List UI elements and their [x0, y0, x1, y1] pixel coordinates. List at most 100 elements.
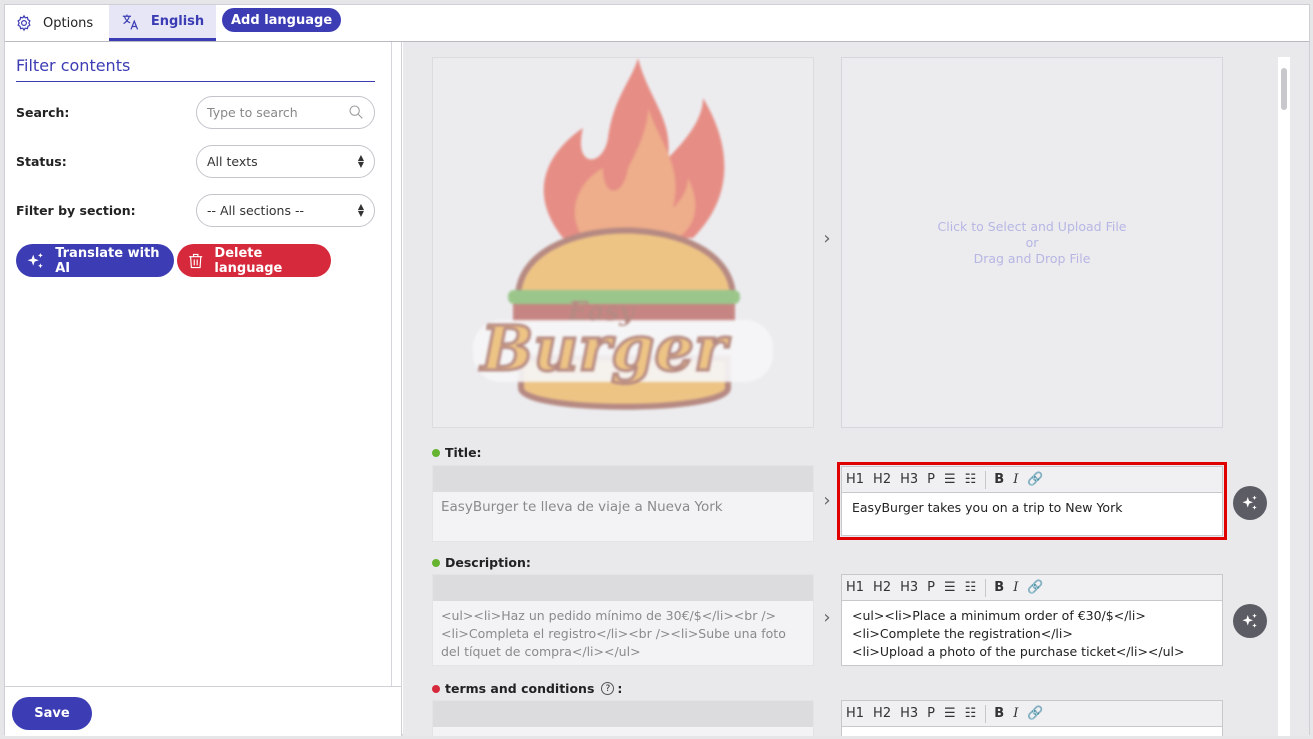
help-icon[interactable]: ? [601, 682, 615, 695]
h2-button[interactable]: H2 [873, 580, 891, 595]
h2-button[interactable]: H2 [873, 706, 891, 721]
source-header [433, 466, 813, 492]
bold-button[interactable]: B [994, 580, 1004, 595]
title-editor[interactable]: H1 H2 H3 P ☰ ☷ B I 🔗 EasyBurger takes yo… [837, 462, 1227, 540]
search-input[interactable]: Type to search [196, 95, 375, 129]
title-translation-text[interactable]: EasyBurger takes you on a trip to New Yo… [842, 493, 1222, 523]
main-scrollbar[interactable] [1278, 57, 1290, 736]
paragraph-button[interactable]: P [927, 472, 935, 487]
terms-field-label: terms and conditions ? : [432, 681, 622, 696]
italic-button[interactable]: I [1013, 706, 1018, 721]
tab-english-label: English [150, 14, 205, 29]
bold-button[interactable]: B [994, 706, 1004, 721]
link-icon[interactable]: 🔗 [1027, 472, 1043, 487]
status-dot [432, 558, 440, 567]
sidebar-footer: Save [5, 686, 401, 736]
image-preview: Easy Burger [432, 57, 814, 428]
translation-line: <li>Complete the registration</li> [852, 626, 1073, 641]
h2-button[interactable]: H2 [873, 472, 891, 487]
section-row: Filter by section: -- All sections -- ▲ ▼ [16, 193, 375, 227]
terms-label-text: terms and conditions [445, 681, 595, 696]
status-select[interactable]: All texts ▲ ▼ [196, 144, 375, 178]
search-icon [349, 105, 363, 119]
italic-button[interactable]: I [1013, 580, 1018, 595]
h1-button[interactable]: H1 [846, 472, 864, 487]
source-header [433, 575, 813, 601]
paragraph-button[interactable]: P [927, 580, 935, 595]
upload-dropzone[interactable]: Click to Select and Upload File or Drag … [841, 57, 1223, 428]
section-label: Filter by section: [16, 202, 136, 218]
copy-title-chevron-icon[interactable]: › [819, 490, 835, 511]
bullet-list-icon[interactable]: ☰ [944, 580, 956, 595]
upload-text-line1: Click to Select and Upload File [937, 218, 1127, 234]
copy-image-chevron-icon[interactable]: › [819, 228, 835, 249]
editor-toolbar: H1 H2 H3 P ☰ ☷ B I 🔗 [842, 467, 1222, 493]
h3-button[interactable]: H3 [900, 706, 918, 721]
section-value: -- All sections -- [207, 202, 304, 218]
search-label: Search: [16, 104, 70, 120]
h1-button[interactable]: H1 [846, 706, 864, 721]
sparkles-icon [27, 252, 43, 268]
source-line: <ul><li>Haz un pedido mínimo de 30€/$</l… [441, 608, 777, 623]
title-label-text: Title: [445, 445, 482, 460]
translation-line: <ul><li>Place a minimum order of €30/$</… [852, 608, 1146, 623]
description-source-text: <ul><li>Haz un pedido mínimo de 30€/$</l… [433, 601, 813, 667]
copy-description-chevron-icon[interactable]: › [819, 607, 835, 628]
bullet-list-icon[interactable]: ☰ [944, 472, 956, 487]
description-source: <ul><li>Haz un pedido mínimo de 30€/$</l… [432, 574, 814, 666]
paragraph-button[interactable]: P [927, 706, 935, 721]
select-arrows-icon: ▲ ▼ [357, 202, 364, 218]
main-content: Easy Burger › Click to Select and Upload… [403, 42, 1309, 736]
tab-options[interactable]: Options [15, 5, 93, 41]
ai-translate-description-button[interactable] [1233, 604, 1267, 638]
main-scrollbar-thumb[interactable] [1281, 68, 1287, 110]
add-language-button[interactable]: Add language [222, 8, 342, 32]
editor-toolbar: H1 H2 H3 P ☰ ☷ B I 🔗 [842, 701, 1222, 727]
trash-icon [189, 253, 203, 268]
editor-toolbar: H1 H2 H3 P ☰ ☷ B I 🔗 [842, 575, 1222, 601]
link-icon[interactable]: 🔗 [1027, 580, 1043, 595]
numbered-list-icon[interactable]: ☷ [965, 580, 977, 595]
tab-english[interactable]: English [109, 5, 216, 41]
description-editor[interactable]: H1 H2 H3 P ☰ ☷ B I 🔗 <ul><li>Place a min… [841, 574, 1223, 666]
status-row: Status: All texts ▲ ▼ [16, 144, 375, 178]
bullet-list-icon[interactable]: ☰ [944, 706, 956, 721]
translate-ai-button[interactable]: Translate with AI [16, 244, 174, 277]
h3-button[interactable]: H3 [900, 472, 918, 487]
description-translation-text[interactable]: <ul><li>Place a minimum order of €30/$</… [842, 601, 1222, 667]
status-value: All texts [207, 153, 258, 169]
description-label-text: Description: [445, 555, 531, 570]
title-field-label: Title: [432, 445, 482, 460]
easy-burger-logo: Easy Burger [473, 58, 773, 410]
link-icon[interactable]: 🔗 [1027, 706, 1043, 721]
h1-button[interactable]: H1 [846, 580, 864, 595]
terms-editor[interactable]: H1 H2 H3 P ☰ ☷ B I 🔗 [841, 700, 1223, 736]
upload-text-line3: Drag and Drop File [973, 250, 1091, 266]
status-dot [432, 448, 440, 457]
select-arrows-icon: ▲ ▼ [357, 153, 364, 169]
numbered-list-icon[interactable]: ☷ [965, 472, 977, 487]
delete-language-button[interactable]: Delete language [177, 244, 331, 277]
section-select[interactable]: -- All sections -- ▲ ▼ [196, 193, 375, 227]
tab-options-label: Options [43, 15, 94, 31]
bold-button[interactable]: B [994, 472, 1004, 487]
source-header [433, 701, 813, 727]
italic-button[interactable]: I [1013, 472, 1018, 487]
filter-sidebar: Filter contents Search: Type to search S… [5, 42, 402, 736]
search-placeholder: Type to search [207, 104, 298, 120]
toolbar-divider [985, 470, 987, 489]
save-button[interactable]: Save [12, 697, 92, 730]
numbered-list-icon[interactable]: ☷ [965, 706, 977, 721]
upload-text-line2: or [1025, 234, 1039, 250]
status-dot [432, 684, 440, 693]
logo-text-burger: Burger [479, 312, 731, 385]
title-source-text: EasyBurger te lleva de viaje a Nueva Yor… [441, 499, 723, 515]
toolbar-divider [985, 704, 987, 723]
h3-button[interactable]: H3 [900, 580, 918, 595]
ai-translate-title-button[interactable] [1233, 486, 1267, 520]
sidebar-scrollbar[interactable] [391, 42, 392, 686]
source-line: <li>Completa el registro</li><br /><li>S… [441, 626, 786, 641]
toolbar-divider [985, 578, 987, 597]
title-source: EasyBurger te lleva de viaje a Nueva Yor… [432, 465, 814, 542]
terms-label-colon: : [617, 681, 623, 696]
